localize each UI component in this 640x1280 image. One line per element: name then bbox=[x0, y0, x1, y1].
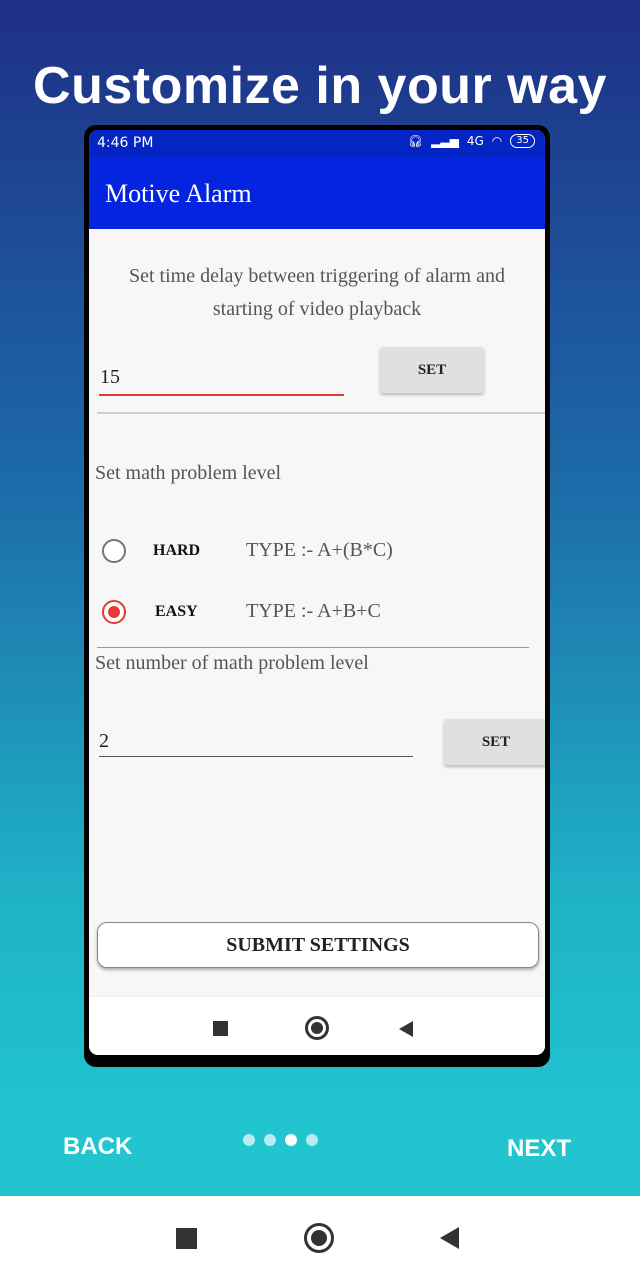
status-time: 4:46 PM bbox=[97, 135, 154, 151]
next-button[interactable]: NEXT bbox=[507, 1135, 571, 1163]
back-button[interactable]: BACK bbox=[63, 1133, 132, 1161]
delay-input-underline bbox=[99, 394, 344, 396]
option-easy-label: EASY bbox=[155, 603, 198, 620]
delay-input[interactable]: 15 bbox=[100, 366, 340, 389]
problem-count-set-button[interactable]: SET bbox=[444, 719, 545, 765]
app-bar: Motive Alarm bbox=[89, 157, 545, 229]
home-icon[interactable] bbox=[304, 1223, 334, 1253]
recent-apps-icon[interactable] bbox=[176, 1228, 197, 1249]
app-title: Motive Alarm bbox=[105, 179, 252, 208]
status-icons: 🎧︎ ▂▃▅ 4G ◠ 35 bbox=[408, 134, 535, 148]
math-level-heading: Set math problem level bbox=[95, 462, 282, 484]
onboarding-headline: Customize in your way bbox=[33, 57, 607, 115]
system-nav-bar bbox=[0, 1196, 640, 1280]
option-hard-label: HARD bbox=[153, 542, 201, 559]
wifi-icon: ◠ bbox=[491, 134, 503, 148]
problem-count-underline bbox=[99, 756, 413, 757]
problem-count-heading: Set number of math problem level bbox=[95, 652, 369, 674]
status-bar: 4:46 PM 🎧︎ ▂▃▅ 4G ◠ 35 bbox=[89, 130, 545, 157]
page-indicator-dot bbox=[306, 1134, 318, 1146]
page-indicator-dot-active bbox=[285, 1134, 297, 1146]
delay-set-button[interactable]: SET bbox=[380, 347, 484, 393]
back-icon[interactable] bbox=[399, 1021, 413, 1037]
delay-description-line1: Set time delay between triggering of ala… bbox=[129, 265, 505, 287]
problem-count-input[interactable]: 2 bbox=[99, 730, 399, 753]
onboarding-background: Customize in your way 4:46 PM 🎧︎ ▂▃▅ 4G … bbox=[0, 0, 640, 1196]
phone-screen: 4:46 PM 🎧︎ ▂▃▅ 4G ◠ 35 Motive Alarm Set … bbox=[89, 130, 545, 1055]
page-indicator-dot bbox=[243, 1134, 255, 1146]
home-icon[interactable] bbox=[305, 1016, 329, 1040]
recent-apps-icon[interactable] bbox=[213, 1021, 228, 1036]
delay-description-line2: starting of video playback bbox=[212, 298, 422, 320]
inner-nav-bar bbox=[89, 996, 545, 1055]
battery-icon: 35 bbox=[510, 134, 535, 148]
radio-divider bbox=[97, 647, 529, 648]
radio-hard[interactable] bbox=[102, 539, 126, 563]
section-divider bbox=[97, 412, 545, 414]
option-hard-type: TYPE :- A+(B*C) bbox=[246, 539, 393, 561]
page-indicator-dot bbox=[264, 1134, 276, 1146]
submit-settings-button[interactable]: SUBMIT SETTINGS bbox=[97, 922, 539, 968]
back-icon[interactable] bbox=[440, 1227, 459, 1249]
radio-easy[interactable] bbox=[102, 600, 126, 624]
headphones-icon: 🎧︎ bbox=[407, 134, 424, 148]
network-label: 4G bbox=[466, 134, 484, 148]
phone-frame: 4:46 PM 🎧︎ ▂▃▅ 4G ◠ 35 Motive Alarm Set … bbox=[84, 125, 550, 1067]
signal-icon: ▂▃▅ bbox=[431, 134, 459, 148]
delay-description: Set time delay between triggering of ala… bbox=[89, 260, 545, 326]
option-easy-type: TYPE :- A+B+C bbox=[246, 600, 381, 622]
